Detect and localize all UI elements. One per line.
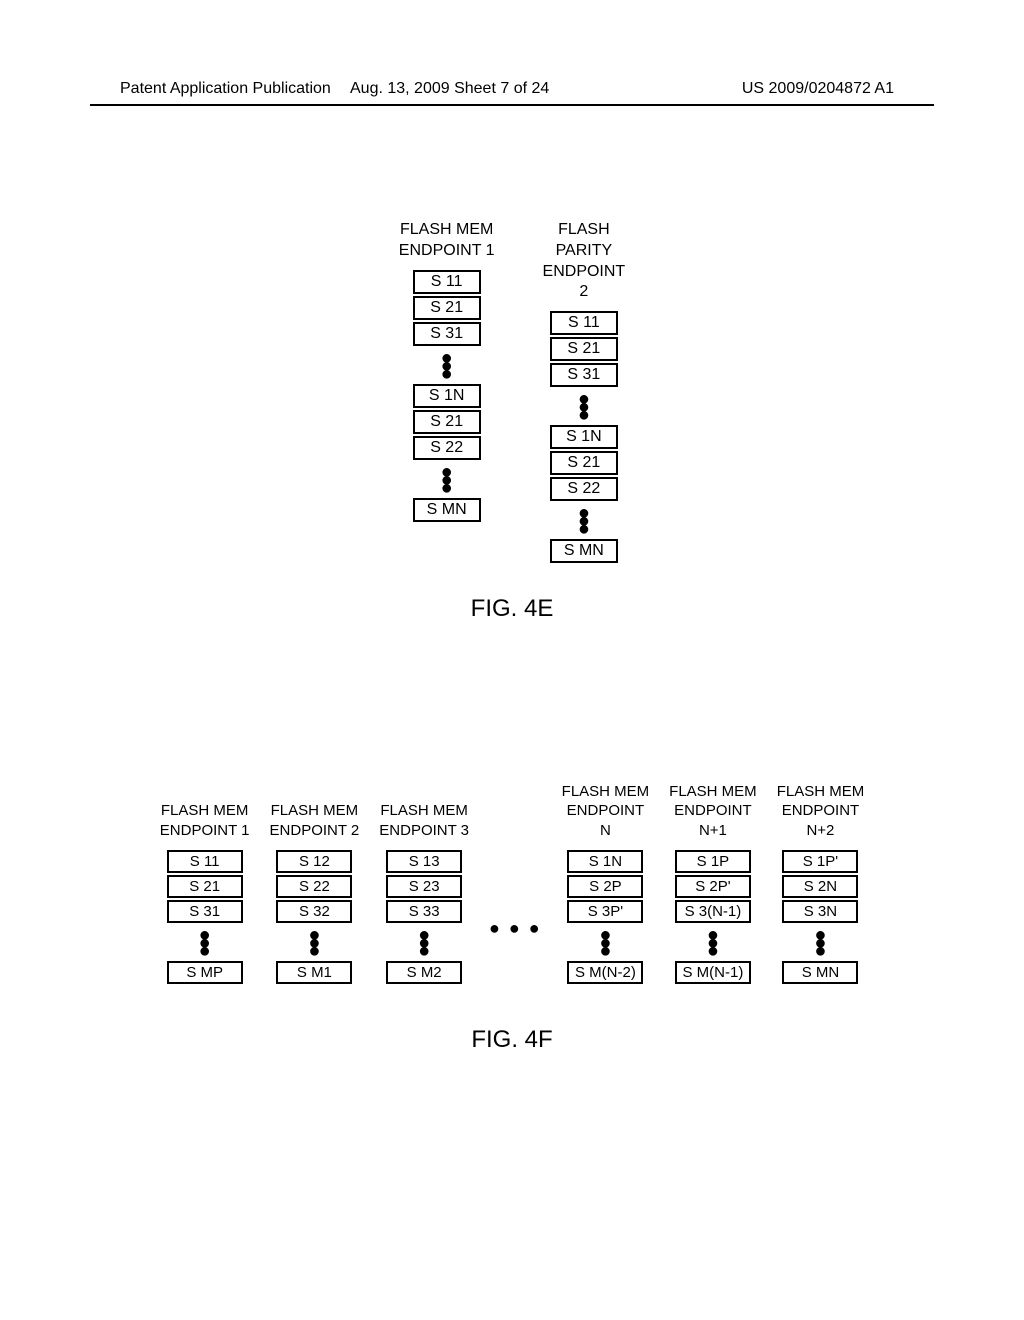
vertical-dots-icon: ●●● — [441, 468, 453, 492]
cell: S M(N-1) — [675, 961, 751, 984]
header-center: Aug. 13, 2009 Sheet 7 of 24 — [350, 80, 549, 98]
cell: S 31 — [167, 900, 243, 923]
vertical-dots-icon: ●●● — [418, 931, 430, 955]
fig4e-col-2-title: FLASH PARITY ENDPOINT 2 — [543, 220, 626, 303]
cell: S 2P — [567, 875, 643, 898]
cell: S 12 — [276, 850, 352, 873]
cell: S MN — [550, 539, 618, 563]
vertical-dots-icon: ●●● — [814, 931, 826, 955]
vertical-dots-icon: ●●● — [707, 931, 719, 955]
figure-4e: FLASH MEM ENDPOINT 1 S 11 S 21 S 31 ●●● … — [0, 220, 1024, 623]
cell: S 21 — [413, 410, 481, 434]
fig4f-col-1-title: FLASH MEM ENDPOINT 1 — [160, 780, 250, 840]
figure-4f: FLASH MEM ENDPOINT 1 S 11 S 21 S 31 ●●● … — [0, 780, 1024, 1054]
horizontal-dots-icon: ● ● ● — [489, 918, 542, 939]
cell: S M2 — [386, 961, 462, 984]
cell: S 21 — [167, 875, 243, 898]
vertical-dots-icon: ●●● — [441, 354, 453, 378]
fig4e-col-1-title: FLASH MEM ENDPOINT 1 — [399, 220, 495, 262]
cell: S 11 — [550, 311, 618, 335]
cell: S MN — [782, 961, 858, 984]
fig4f-col-n2-title: FLASH MEM ENDPOINT N+2 — [777, 780, 865, 840]
cell: S 23 — [386, 875, 462, 898]
fig4f-col-n1: FLASH MEM ENDPOINT N+1 S 1P S 2P' S 3(N-… — [669, 780, 757, 986]
cell: S 31 — [550, 363, 618, 387]
fig4f-columns: FLASH MEM ENDPOINT 1 S 11 S 21 S 31 ●●● … — [160, 780, 864, 986]
cell: S 2N — [782, 875, 858, 898]
cell: S 22 — [413, 436, 481, 460]
fig4e-col-2: FLASH PARITY ENDPOINT 2 S 11 S 21 S 31 ●… — [543, 220, 626, 565]
vertical-dots-icon: ●●● — [578, 509, 590, 533]
vertical-dots-icon: ●●● — [599, 931, 611, 955]
fig4f-col-2: FLASH MEM ENDPOINT 2 S 12 S 22 S 32 ●●● … — [270, 780, 360, 986]
vertical-dots-icon: ●●● — [199, 931, 211, 955]
header-right: US 2009/0204872 A1 — [742, 80, 894, 98]
cell: S 21 — [550, 451, 618, 475]
cell: S 22 — [276, 875, 352, 898]
fig4e-columns: FLASH MEM ENDPOINT 1 S 11 S 21 S 31 ●●● … — [399, 220, 625, 565]
fig4e-caption: FIG. 4E — [471, 595, 554, 623]
cell: S 3P' — [567, 900, 643, 923]
fig4e-col-1: FLASH MEM ENDPOINT 1 S 11 S 21 S 31 ●●● … — [399, 220, 495, 565]
header-left: Patent Application Publication — [120, 80, 331, 98]
cell: S 3(N-1) — [675, 900, 751, 923]
cell: S 1P — [675, 850, 751, 873]
cell: S 32 — [276, 900, 352, 923]
fig4f-col-n: FLASH MEM ENDPOINT N S 1N S 2P S 3P' ●●●… — [562, 780, 650, 986]
fig4f-col-2-title: FLASH MEM ENDPOINT 2 — [270, 780, 360, 840]
cell: S 3N — [782, 900, 858, 923]
cell: S MP — [167, 961, 243, 984]
page-header: Patent Application Publication Aug. 13, … — [0, 80, 1024, 98]
cell: S 2P' — [675, 875, 751, 898]
cell: S 11 — [413, 270, 481, 294]
cell: S 31 — [413, 322, 481, 346]
cell: S 1P' — [782, 850, 858, 873]
fig4f-col-3: FLASH MEM ENDPOINT 3 S 13 S 23 S 33 ●●● … — [379, 780, 469, 986]
cell: S 21 — [550, 337, 618, 361]
cell: S M(N-2) — [567, 961, 643, 984]
fig4f-col-n2: FLASH MEM ENDPOINT N+2 S 1P' S 2N S 3N ●… — [777, 780, 865, 986]
cell: S M1 — [276, 961, 352, 984]
cell: S 21 — [413, 296, 481, 320]
cell: S 22 — [550, 477, 618, 501]
fig4f-col-n-title: FLASH MEM ENDPOINT N — [562, 780, 650, 840]
vertical-dots-icon: ●●● — [308, 931, 320, 955]
cell: S 1N — [413, 384, 481, 408]
cell: S MN — [413, 498, 481, 522]
cell: S 1N — [550, 425, 618, 449]
cell: S 11 — [167, 850, 243, 873]
cell: S 1N — [567, 850, 643, 873]
fig4f-caption: FIG. 4F — [471, 1026, 552, 1054]
cell: S 13 — [386, 850, 462, 873]
fig4f-col-1: FLASH MEM ENDPOINT 1 S 11 S 21 S 31 ●●● … — [160, 780, 250, 986]
header-divider — [90, 104, 934, 106]
cell: S 33 — [386, 900, 462, 923]
fig4f-col-3-title: FLASH MEM ENDPOINT 3 — [379, 780, 469, 840]
vertical-dots-icon: ●●● — [578, 395, 590, 419]
fig4f-col-n1-title: FLASH MEM ENDPOINT N+1 — [669, 780, 757, 840]
